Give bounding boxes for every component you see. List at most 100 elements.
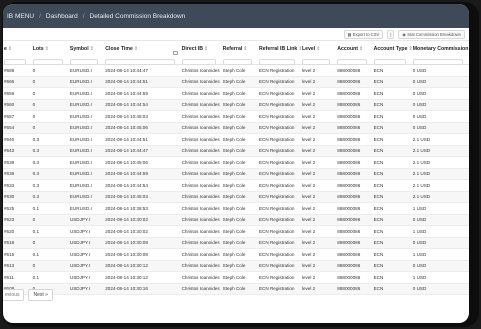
lots-cell: 0 (32, 125, 36, 131)
table-row: #640 0.3 EURUSD.r 2024-08-14 10:44:51 Christ… (3, 134, 469, 146)
symbol-cell: EURUSD.r (69, 102, 93, 108)
commission-cell: 0 USD (412, 67, 427, 73)
previous-page-button[interactable]: evious (3, 289, 25, 301)
deal-id-cell: #618 (4, 240, 15, 246)
lots-cell: 0 (32, 217, 36, 223)
filter-input[interactable] (258, 58, 295, 65)
table-row: #657 0 EURUSD.r 2024-08-14 10:45:03 Christos… (3, 111, 469, 123)
referral-cell: Steph Cole (222, 67, 246, 73)
export-csv-button[interactable]: ▩ Export to CSV (343, 29, 384, 39)
filter-cell (69, 50, 104, 68)
breadcrumb-root[interactable]: IB MENU (7, 13, 34, 20)
symbol-cell: USDJPY.r (69, 263, 91, 269)
account-type-cell: ECN (373, 217, 384, 223)
lots-cell: 0 (32, 90, 36, 96)
commission-cell: 1 USD (412, 274, 427, 280)
filter-input[interactable] (373, 58, 406, 65)
level-cell: level 2 (301, 90, 316, 96)
referral-link-cell: ECN Registration (258, 102, 295, 108)
breadcrumb-dashboard[interactable]: Dashboard (46, 13, 78, 20)
table-row: #654 0 EURUSD.r 2024-08-14 10:45:06 Christos… (3, 122, 469, 134)
level-cell: level 2 (301, 171, 316, 177)
filter-row (3, 51, 469, 65)
account-type-cell: ECN (373, 67, 384, 73)
symbol-cell: USDJPY.r (69, 228, 91, 234)
app-screen: IB MENU / Dashboard / Detailed Commissio… (3, 4, 469, 323)
filter-input[interactable] (301, 58, 331, 65)
filter-input[interactable] (337, 58, 367, 65)
referral-cell: Steph Cole (222, 217, 246, 223)
direct-ib-cell: Christos Ioannides (181, 79, 220, 85)
account-cell: 888000086 (337, 194, 361, 200)
referral-link-cell: ECN Registration (258, 194, 295, 200)
direct-ib-cell: Christos Ioannides (181, 263, 220, 269)
direct-ib-cell: Christos Ioannides (181, 67, 220, 73)
table-row: #639 0.3 EURUSD.r 2024-08-14 10:45:06 Christ… (3, 157, 469, 169)
table-row: #611 0.1 USDJPY.r 2024-08-14 10:30:12 Christ… (3, 272, 469, 284)
table-row: #618 0 USDJPY.r 2024-08-14 10:30:08 Christos… (3, 237, 469, 249)
filter-input[interactable] (412, 58, 464, 65)
table-row: #623 0 USDJPY.r 2024-08-14 10:30:02 Christos… (3, 214, 469, 226)
table-row: #633 0.3 EURUSD.r 2024-08-14 10:44:54 Christ… (3, 180, 469, 192)
direct-ib-cell: Christos Ioannides (181, 205, 220, 211)
account-cell: 888000086 (337, 217, 361, 223)
account-type-cell: ECN (373, 136, 384, 142)
calendar-icon[interactable] (172, 51, 178, 55)
close-time-cell: 2024-08-14 10:45:06 (105, 159, 148, 165)
breadcrumb-separator: / (39, 12, 41, 20)
filter-cell (336, 50, 372, 68)
lots-cell: 0.1 (32, 228, 40, 234)
close-time-cell: 2024-08-14 10:45:06 (105, 125, 148, 131)
level-cell: level 2 (301, 148, 316, 154)
lots-cell: 0.3 (32, 159, 40, 165)
filter-input[interactable] (32, 58, 63, 65)
stat-commission-button[interactable]: ◉ Stat Commission Breakdown (398, 29, 465, 39)
direct-ib-cell: Christos Ioannides (181, 274, 220, 280)
referral-link-cell: ECN Registration (258, 90, 295, 96)
filter-input[interactable] (181, 58, 216, 65)
lots-cell: 0 (32, 263, 36, 269)
symbol-cell: USDJPY.r (69, 286, 91, 292)
level-cell: level 2 (301, 194, 316, 200)
account-type-cell: ECN (373, 286, 384, 292)
filter-cell (258, 50, 301, 68)
account-cell: 888000086 (337, 159, 361, 165)
filter-cell (104, 50, 180, 68)
close-time-cell: 2024-08-14 10:44:54 (105, 182, 148, 188)
account-cell: 888000086 (337, 136, 361, 142)
filter-input[interactable] (4, 58, 26, 65)
direct-ib-cell: Christos Ioannides (181, 90, 220, 96)
deal-id-cell: #611 (4, 274, 14, 280)
lots-cell: 0.3 (32, 194, 40, 200)
commission-cell: 2.1 USD (412, 182, 431, 188)
commission-table: e⇕ Lots⇕ Symbol⇕ Close Time⇕ Direct IB⇕ … (3, 44, 469, 295)
filter-input[interactable] (69, 58, 99, 65)
referral-cell: Steph Cole (222, 205, 246, 211)
referral-link-cell: ECN Registration (258, 159, 295, 165)
lots-cell: 0 (32, 240, 36, 246)
direct-ib-cell: Christos Ioannides (181, 217, 220, 223)
commission-cell: 0 USD (412, 286, 427, 292)
symbol-cell: EURUSD.r (69, 205, 93, 211)
direct-ib-cell: Christos Ioannides (181, 148, 220, 154)
deal-id-cell: #630 (4, 194, 15, 200)
account-type-cell: ECN (373, 240, 384, 246)
account-cell: 888000086 (337, 113, 361, 119)
date-filter-input[interactable] (105, 58, 175, 65)
referral-link-cell: ECN Registration (258, 251, 295, 257)
table-row: #620 0.1 USDJPY.r 2024-08-14 10:30:02 Christ… (3, 226, 469, 238)
level-cell: level 2 (301, 217, 316, 223)
referral-cell: Steph Cole (222, 136, 246, 142)
deal-id-cell: #639 (4, 159, 15, 165)
account-cell: 888000086 (337, 228, 361, 234)
level-cell: level 2 (301, 240, 316, 246)
deal-id-cell: #689 (4, 67, 15, 73)
lots-cell: 0.1 (32, 274, 40, 280)
close-time-cell: 2024-08-14 10:44:59 (105, 171, 148, 177)
deal-id-cell: #640 (4, 136, 15, 142)
account-cell: 888000086 (337, 274, 361, 280)
close-time-cell: 2024-08-14 10:44:51 (105, 79, 148, 85)
next-page-button[interactable]: Next » (28, 289, 53, 301)
stat-commission-label: Stat Commission Breakdown (407, 31, 461, 37)
filter-input[interactable] (222, 58, 252, 65)
